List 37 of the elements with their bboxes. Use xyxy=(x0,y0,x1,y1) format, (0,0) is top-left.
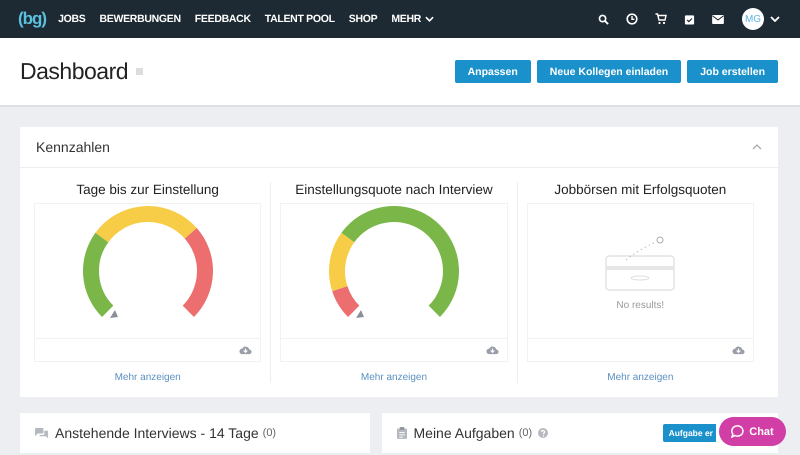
panel-title: Meine Aufgaben xyxy=(414,425,515,441)
nav-link[interactable]: FEEDBACK xyxy=(194,13,251,25)
logo[interactable]: (bg) xyxy=(18,9,46,29)
action-button[interactable]: Anpassen xyxy=(454,60,531,83)
chevron-icon[interactable] xyxy=(770,16,780,22)
chat-button[interactable]: Chat xyxy=(719,417,786,446)
cart-icon[interactable] xyxy=(655,13,667,25)
cloud-download-icon[interactable] xyxy=(732,345,745,355)
search-icon[interactable] xyxy=(598,14,609,24)
user-avatar[interactable]: MG xyxy=(742,8,764,30)
widget-title: Jobbörsen mit Erfolgsquoten xyxy=(554,182,726,197)
chat-bubble-icon xyxy=(731,425,744,438)
nav-link[interactable]: TALENT POOL xyxy=(264,13,335,25)
show-more-link[interactable]: Mehr anzeigen xyxy=(114,372,181,383)
card-title: Kennzahlen xyxy=(36,139,110,155)
status-square-icon xyxy=(136,68,144,75)
count-label: (0) xyxy=(518,427,532,439)
nav-link[interactable]: SHOP xyxy=(348,13,378,25)
show-more-link[interactable]: Mehr anzeigen xyxy=(607,372,674,383)
add-task-button[interactable]: Aufgabe er xyxy=(662,424,716,442)
clock-icon[interactable] xyxy=(626,13,638,25)
widget-title: Einstellungsquote nach Interview xyxy=(295,182,493,197)
nav-link[interactable]: BEWERBUNGEN xyxy=(100,13,181,25)
empty-message: No results! xyxy=(616,300,664,311)
mail-icon[interactable] xyxy=(712,14,724,24)
page-title: Dashboard xyxy=(20,58,128,85)
nav-link[interactable]: MEHR xyxy=(391,13,434,25)
action-button[interactable]: Neue Kollegen einladen xyxy=(536,60,682,83)
count-label: (0) xyxy=(262,427,276,439)
cloud-download-icon[interactable] xyxy=(239,345,252,355)
panel-title: Anstehende Interviews - 14 Tage xyxy=(55,425,259,441)
chat-icon xyxy=(35,428,48,438)
cloud-download-icon[interactable] xyxy=(486,345,499,355)
widget-title: Tage bis zur Einstellung xyxy=(76,182,219,197)
action-button[interactable]: Job erstellen xyxy=(687,60,778,83)
show-more-link[interactable]: Mehr anzeigen xyxy=(360,372,428,383)
nav-link[interactable]: JOBS xyxy=(58,13,86,25)
